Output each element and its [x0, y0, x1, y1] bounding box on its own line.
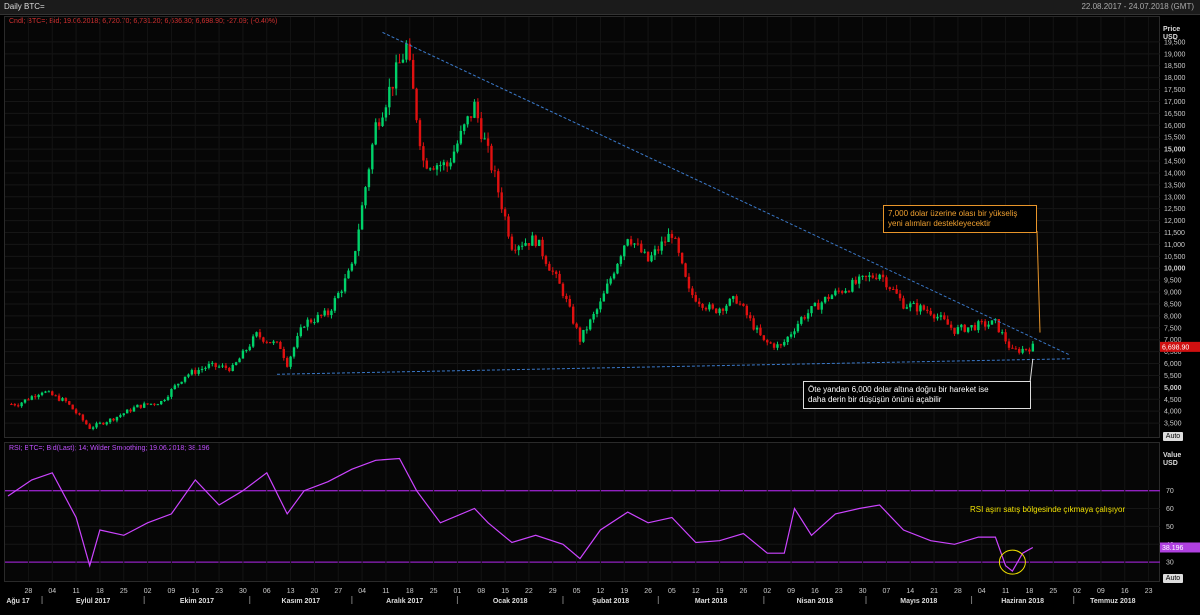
price-header: Cndl; BTC=; Bid; 19.06.2018; 6,720.70; 6… — [9, 18, 278, 25]
annotation-bottom: Öte yandan 6,000 dolar altına doğru bir … — [803, 381, 1031, 409]
date-range: 22.08.2017 - 24.07.2018 (GMT) — [1081, 2, 1194, 11]
top-bar: Daily BTC= 22.08.2017 - 24.07.2018 (GMT) — [0, 0, 1200, 15]
rsi-axis-title-2: USD — [1163, 460, 1178, 467]
annotation-top-line-2: yeni alımları destekleyecektir — [888, 219, 991, 228]
annotation-top-line-1: 7,000 dolar üzerine olası bir yükseliş — [888, 209, 1018, 218]
price-axis-title-2: USD — [1163, 34, 1178, 41]
annotation-bottom-line-2: daha derin bir düşüşün önünü açabilir — [808, 395, 942, 404]
rsi-axis[interactable]: Value USD — [1161, 442, 1200, 582]
rsi-header: RSI; BTC=; Bid(Last); 14; Wilder Smoothi… — [9, 445, 210, 452]
annotation-top: 7,000 dolar üzerine olası bir yükseliş y… — [883, 205, 1037, 233]
annotation-bottom-line-1: Öte yandan 6,000 dolar altına doğru bir … — [808, 385, 989, 394]
rsi-annotation: RSI aşırı satış bölgesinde çıkmaya çalış… — [970, 505, 1126, 514]
price-axis[interactable]: Price USD — [1161, 16, 1200, 438]
price-axis-title-1: Price — [1163, 26, 1181, 33]
rsi-axis-title-1: Value — [1163, 452, 1182, 459]
x-axis — [4, 584, 1160, 615]
window-title: Daily BTC= — [4, 2, 45, 11]
price-auto-button[interactable]: Auto — [1163, 432, 1183, 441]
rsi-auto-button[interactable]: Auto — [1163, 574, 1183, 583]
